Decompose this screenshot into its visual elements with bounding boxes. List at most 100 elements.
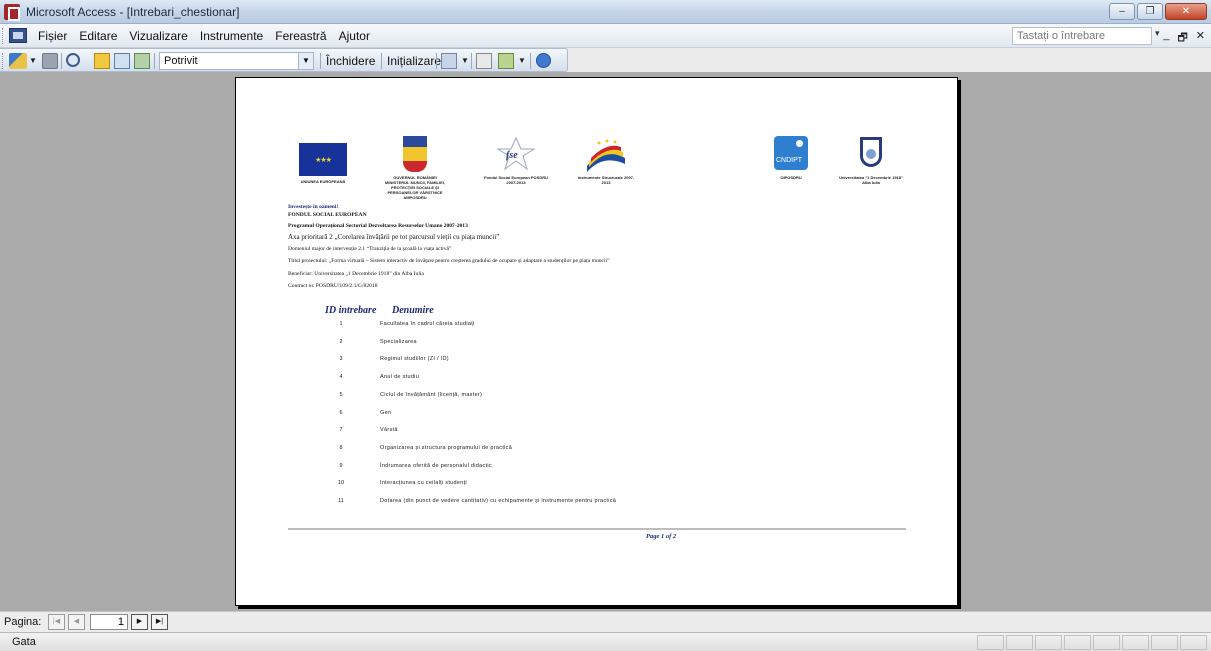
question-id: 9: [339, 463, 343, 469]
question-id: 2: [339, 339, 343, 345]
minimize-button[interactable]: –: [1109, 3, 1135, 20]
status-text: Gata: [12, 636, 36, 648]
ask-question-input[interactable]: Tastați o întrebare: [1012, 27, 1152, 45]
previous-page-button[interactable]: ◀: [68, 614, 85, 630]
zoom-select[interactable]: Potrivit ▼: [159, 52, 314, 70]
structural-instruments-logo: [587, 139, 625, 172]
menu-view[interactable]: Vizualizare: [129, 29, 187, 43]
first-page-button[interactable]: |◀: [48, 614, 65, 630]
new-object-dropdown-icon[interactable]: ▼: [518, 56, 526, 65]
print-preview-toolbar: ▼ Potrivit ▼ Închidere Inițializare ▼ ▼: [0, 48, 568, 72]
toolbar-separator: [436, 53, 437, 69]
toolbar-separator: [154, 53, 155, 69]
fse-star-logo: fse: [496, 137, 536, 171]
menu-edit[interactable]: Editare: [79, 29, 117, 43]
menu-grip-handle[interactable]: [2, 28, 5, 44]
toolbar-separator: [320, 53, 321, 69]
menu-tools[interactable]: Instrumente: [200, 29, 263, 43]
last-page-button[interactable]: ▶|: [151, 614, 168, 630]
question-name: Îndrumarea oferită de personalul didacti…: [380, 463, 492, 469]
university-logo-caption: Universitatea "1 Decembrie 1918" Alba Iu…: [839, 175, 903, 185]
header-program: Programul Operațional Sectorial Dezvolta…: [288, 223, 468, 229]
status-panel: [1035, 635, 1062, 650]
office-links-dropdown-icon[interactable]: ▼: [461, 56, 469, 65]
title-bar: Microsoft Access - [Intrebari_chestionar…: [0, 0, 1211, 24]
page-setup-button[interactable]: Inițializare: [387, 54, 441, 68]
question-id: 10: [337, 480, 345, 486]
design-view-icon[interactable]: [9, 53, 27, 69]
status-bar: Gata: [0, 632, 1211, 651]
status-panel: [1093, 635, 1120, 650]
status-panel: [1006, 635, 1033, 650]
question-id: 5: [339, 392, 343, 398]
toolbar-separator: [381, 53, 382, 69]
page-number-input[interactable]: 1: [90, 614, 128, 630]
doc-minimize-button[interactable]: _: [1163, 29, 1169, 48]
help-icon[interactable]: [536, 53, 551, 68]
question-id: 3: [339, 356, 343, 362]
column-header-name: Denumire: [392, 305, 434, 316]
menu-file[interactable]: Fișier: [38, 29, 67, 43]
question-name: Interacțiunea cu ceilalți studenți: [380, 480, 467, 486]
next-page-button[interactable]: ▶: [131, 614, 148, 630]
close-preview-button[interactable]: Închidere: [326, 54, 375, 68]
office-links-icon[interactable]: [441, 53, 457, 69]
access-app-icon[interactable]: [4, 4, 20, 21]
status-panel: [977, 635, 1004, 650]
eu-logo-caption: UNIUNEA EUROPEANĂ: [300, 179, 346, 184]
toolbar-grip-handle[interactable]: [2, 53, 5, 69]
menu-help[interactable]: Ajutor: [339, 29, 370, 43]
question-name: Regimul studiilor (ZI / ID): [380, 356, 449, 362]
structural-logo-caption: Instrumente Structurale 2007-2013: [577, 175, 635, 185]
ask-question-dropdown-icon[interactable]: ▾: [1155, 28, 1160, 39]
question-name: Facultatea în cadrul căreia studiați: [380, 321, 475, 327]
header-axis: Axa prioritară 2 „Corelarea învățării pe…: [288, 233, 500, 241]
menu-items: Fișier Editare Vizualizare Instrumente F…: [38, 29, 370, 43]
header-beneficiary: Beneficiar: Universitatea „1 Decembrie 1…: [288, 271, 424, 277]
question-id: 8: [339, 445, 343, 451]
two-pages-icon[interactable]: [114, 53, 130, 69]
fse-logo-caption: Fondul Social European POSDRU 2007-2013: [484, 175, 549, 185]
status-panel: [1064, 635, 1091, 650]
new-object-icon[interactable]: [498, 53, 514, 69]
print-preview-area[interactable]: ★★★ UNIUNEA EUROPEANĂ GUVERNUL ROMÂNIEI …: [0, 72, 1211, 611]
question-name: Anul de studiu: [380, 374, 420, 380]
page-number-label: Page 1 of 2: [646, 533, 677, 540]
multiple-pages-icon[interactable]: [134, 53, 150, 69]
menu-window[interactable]: Fereastră: [275, 29, 326, 43]
status-panel: [1122, 635, 1149, 650]
question-name: Ciclul de învățământ (licență, master): [380, 392, 483, 398]
page-navigation-label: Pagina:: [4, 616, 42, 628]
toolbar-separator: [61, 53, 62, 69]
column-header-id: ID intrebare: [325, 305, 377, 316]
record-navigation-bar: Pagina: |◀ ◀ 1 ▶ ▶|: [0, 611, 1211, 632]
view-dropdown-icon[interactable]: ▼: [29, 56, 37, 65]
zoom-icon[interactable]: [66, 53, 80, 67]
restore-button[interactable]: ❐: [1137, 3, 1163, 20]
toolbar-separator: [530, 53, 531, 69]
status-panel: [1180, 635, 1207, 650]
cndipt-logo-text: CNDIPT: [776, 157, 803, 164]
document-window-controls: _ 🗗 ✕: [1163, 29, 1205, 48]
cndipt-logo: CNDIPT: [774, 136, 808, 170]
toolbar-separator: [471, 53, 472, 69]
cndipt-logo-caption: OIPOSDRU: [780, 175, 802, 180]
doc-restore-button[interactable]: 🗗: [1177, 29, 1187, 48]
question-name: Organizarea și structura programului de …: [380, 445, 513, 451]
doc-close-button[interactable]: ✕: [1196, 29, 1205, 48]
header-contract: Contract nr. POSDRU/109/2.1/G/82018: [288, 283, 378, 289]
document-window-icon[interactable]: [9, 28, 27, 43]
zoom-select-value: Potrivit: [164, 55, 198, 67]
print-icon[interactable]: [42, 53, 58, 69]
status-indicator-panels: [977, 635, 1207, 650]
footer-divider: [288, 528, 906, 530]
question-id: 1: [339, 321, 343, 327]
question-id: 4: [339, 374, 343, 380]
close-button[interactable]: ✕: [1165, 3, 1207, 20]
database-window-icon[interactable]: [476, 53, 492, 69]
window-controls: – ❐ ✕: [1109, 3, 1207, 20]
chevron-down-icon[interactable]: ▼: [298, 53, 313, 69]
report-page[interactable]: ★★★ UNIUNEA EUROPEANĂ GUVERNUL ROMÂNIEI …: [235, 77, 958, 606]
one-page-icon[interactable]: [94, 53, 110, 69]
question-id: 6: [339, 410, 343, 416]
